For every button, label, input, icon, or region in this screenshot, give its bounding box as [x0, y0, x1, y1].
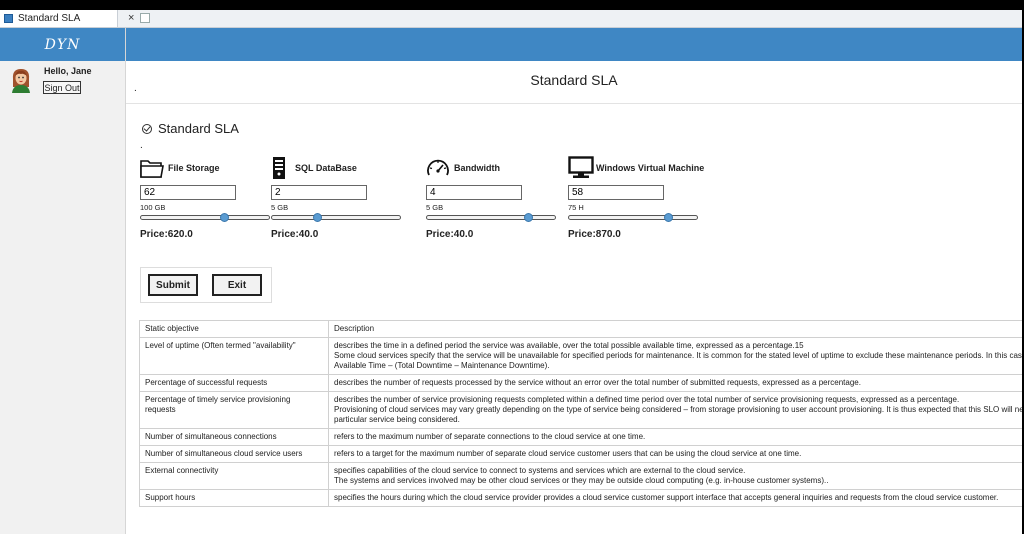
brand-logo: DYN — [0, 28, 125, 61]
column-header: Static objective — [139, 320, 329, 338]
new-tab-icon[interactable] — [140, 13, 150, 23]
browser-window: Standard SLA × DYN Hello, Jane Sign Out … — [0, 10, 1022, 534]
file-storage-input[interactable] — [140, 185, 236, 200]
resource-name: Windows Virtual Machine — [596, 163, 705, 173]
description-line: refers to a target for the maximum numbe… — [334, 449, 802, 458]
objective-cell: Number of simultaneous connections — [139, 428, 329, 446]
resource-windows-vm: Windows Virtual Machine 75 H Price:870.0 — [568, 156, 704, 240]
windows-vm-input[interactable] — [568, 185, 664, 200]
description-cell: describes the time in a defined period t… — [328, 337, 1022, 375]
folder-icon — [140, 160, 164, 178]
table-row: Percentage of timely service provisionin… — [139, 391, 1022, 429]
action-buttons: Submit Exit — [140, 267, 272, 303]
avatar — [12, 69, 30, 93]
description-cell: specifies capabilities of the cloud serv… — [328, 462, 1022, 490]
exit-button[interactable]: Exit — [212, 274, 262, 296]
favicon-icon — [4, 14, 13, 23]
description-cell: refers to a target for the maximum numbe… — [328, 445, 1022, 463]
resource-max-label: 5 GB — [426, 203, 444, 212]
description-line: particular service being considered. — [334, 415, 460, 424]
file-storage-slider[interactable] — [140, 213, 270, 222]
table-header-row: Static objective Description — [139, 320, 1022, 338]
bandwidth-input[interactable] — [426, 185, 522, 200]
browser-tab-title: Standard SLA — [18, 13, 81, 24]
slider-knob[interactable] — [524, 213, 533, 222]
slider-knob[interactable] — [220, 213, 229, 222]
objective-cell: Level of uptime (Often termed "availabil… — [139, 337, 329, 375]
table-row: Number of simultaneous cloud service use… — [139, 445, 1022, 463]
description-line: Some cloud services specify that the ser… — [334, 351, 1022, 360]
description-line: describes the number of service provisio… — [334, 395, 960, 404]
resource-price: Price:620.0 — [140, 229, 193, 240]
page-header: . Standard SLA — [126, 61, 1022, 104]
description-cell: refers to the maximum number of separate… — [328, 428, 1022, 446]
resource-bandwidth: Bandwidth 5 GB Price:40.0 — [426, 156, 556, 240]
description-cell: specifies the hours during which the clo… — [328, 489, 1022, 507]
browser-tab-bar: Standard SLA × — [0, 10, 1022, 28]
table-row: Percentage of successful requests descri… — [139, 374, 1022, 392]
description-line: Available Time – (Total Downtime – Maint… — [334, 361, 550, 370]
submit-button[interactable]: Submit — [148, 274, 198, 296]
resource-name: Bandwidth — [454, 163, 500, 173]
resource-max-label: 75 H — [568, 203, 584, 212]
sidebar: DYN Hello, Jane Sign Out — [0, 28, 126, 534]
resource-name: File Storage — [168, 163, 220, 173]
description-line: describes the number of requests process… — [334, 378, 861, 387]
slider-knob[interactable] — [664, 213, 673, 222]
section-heading: Standard SLA — [142, 121, 239, 136]
description-cell: describes the number of requests process… — [328, 374, 1022, 392]
resource-max-label: 100 GB — [140, 203, 166, 212]
objective-cell: External connectivity — [139, 462, 329, 490]
objective-cell: Support hours — [139, 489, 329, 507]
resource-name: SQL DataBase — [295, 163, 357, 173]
user-greeting: Hello, Jane — [44, 66, 92, 76]
description-line: specifies capabilities of the cloud serv… — [334, 466, 746, 475]
sign-out-button[interactable]: Sign Out — [43, 81, 81, 94]
sql-database-slider[interactable] — [271, 213, 401, 222]
browser-tab[interactable]: Standard SLA — [0, 10, 118, 27]
objective-cell: Percentage of successful requests — [139, 374, 329, 392]
objective-cell: Percentage of timely service provisionin… — [139, 391, 329, 429]
resource-price: Price:870.0 — [568, 229, 621, 240]
column-header: Description — [328, 320, 1022, 338]
resource-sql-database: SQL DataBase 5 GB Price:40.0 — [271, 156, 401, 240]
resource-file-storage: File Storage 100 GB Price:620.0 — [140, 156, 270, 240]
tab-close-icon[interactable]: × — [128, 12, 134, 24]
table-row: Support hours specifies the hours during… — [139, 489, 1022, 507]
section-bullet: . — [140, 140, 143, 151]
table-row: Number of simultaneous connections refer… — [139, 428, 1022, 446]
sql-database-input[interactable] — [271, 185, 367, 200]
description-line: refers to the maximum number of separate… — [334, 432, 646, 441]
slo-table: Static objective Description Level of up… — [139, 320, 1022, 507]
main-content: Standard SLA . File Storage 100 GB Price… — [126, 104, 1022, 534]
description-cell: describes the number of service provisio… — [328, 391, 1022, 429]
description-line: describes the time in a defined period t… — [334, 341, 804, 350]
description-line: specifies the hours during which the clo… — [334, 493, 999, 502]
description-line: The systems and services involved may be… — [334, 476, 829, 485]
database-server-icon — [273, 157, 285, 179]
resource-price: Price:40.0 — [426, 229, 474, 240]
slider-knob[interactable] — [313, 213, 322, 222]
table-row: Level of uptime (Often termed "availabil… — [139, 337, 1022, 375]
resource-max-label: 5 GB — [271, 203, 289, 212]
speedometer-icon — [427, 159, 449, 176]
description-line: Provisioning of cloud services may vary … — [334, 405, 1022, 414]
check-circle-icon — [142, 123, 152, 134]
top-bar — [126, 28, 1022, 61]
monitor-icon — [568, 156, 594, 178]
page-title: Standard SLA — [530, 72, 618, 88]
user-panel: Hello, Jane Sign Out — [0, 61, 125, 101]
objective-cell: Number of simultaneous cloud service use… — [139, 445, 329, 463]
bandwidth-slider[interactable] — [426, 213, 556, 222]
resource-price: Price:40.0 — [271, 229, 319, 240]
windows-vm-slider[interactable] — [568, 213, 698, 222]
section-title: Standard SLA — [158, 121, 239, 136]
table-row: External connectivity specifies capabili… — [139, 462, 1022, 490]
